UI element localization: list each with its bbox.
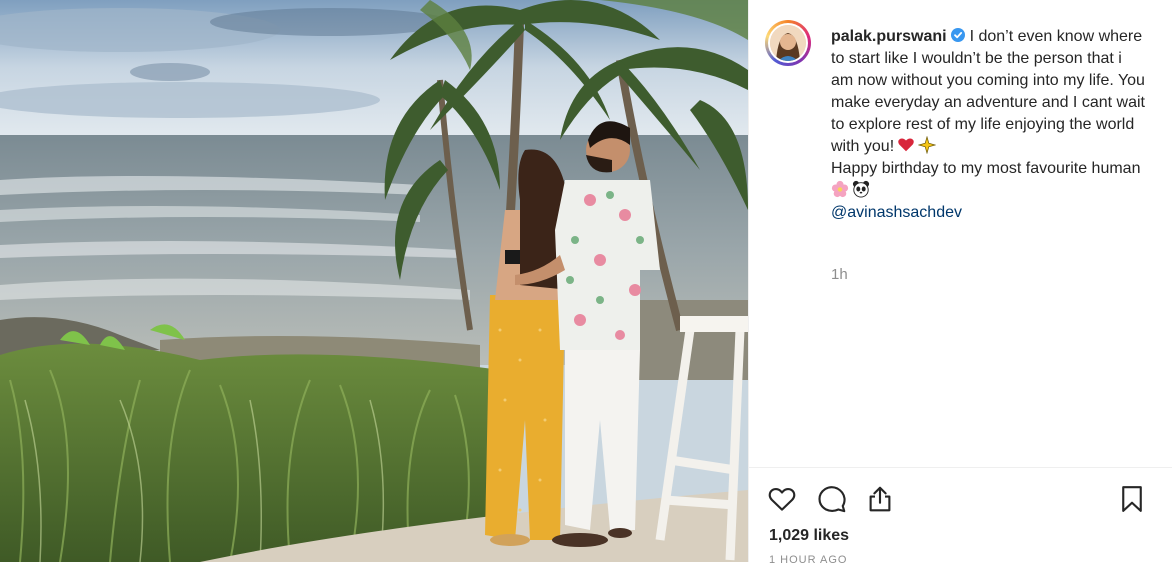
instagram-post: palak.purswani I don’t even know where to… xyxy=(0,0,1172,566)
share-icon xyxy=(869,486,891,512)
heart-icon xyxy=(768,487,796,511)
like-button[interactable] xyxy=(765,482,799,516)
save-button[interactable] xyxy=(1115,482,1149,516)
comment-button[interactable] xyxy=(815,482,849,516)
beach-couple-photo xyxy=(0,0,748,562)
post-photo[interactable] xyxy=(0,0,748,562)
bookmark-icon xyxy=(1122,486,1142,512)
likes-count[interactable]: 1,029 likes xyxy=(769,527,849,545)
red-heart-emoji xyxy=(898,138,914,152)
post-caption: palak.purswani I don’t even know where to… xyxy=(831,26,1147,224)
post-side-panel: palak.purswani I don’t even know where to… xyxy=(748,0,1172,566)
caption-text-1: I don’t even know where to start like I … xyxy=(831,28,1145,155)
post-date: 1 HOUR AGO xyxy=(769,554,848,566)
comment-icon xyxy=(818,486,846,513)
panda-emoji xyxy=(852,180,870,198)
sparkle-star-emoji xyxy=(918,136,937,154)
post-timestamp[interactable]: 1h xyxy=(831,266,848,283)
verified-badge-icon xyxy=(950,28,965,42)
caption-text-2: Happy birthday to my most favourite huma… xyxy=(831,160,1141,177)
profile-avatar[interactable] xyxy=(765,20,811,66)
share-button[interactable] xyxy=(863,482,897,516)
cherry-blossom-emoji xyxy=(831,180,849,198)
mention-link[interactable]: @avinashsachdev xyxy=(831,202,1147,224)
username-link[interactable]: palak.purswani xyxy=(831,28,947,45)
avatar-image xyxy=(770,25,806,61)
action-bar: 1,029 likes 1 HOUR AGO xyxy=(749,467,1172,566)
